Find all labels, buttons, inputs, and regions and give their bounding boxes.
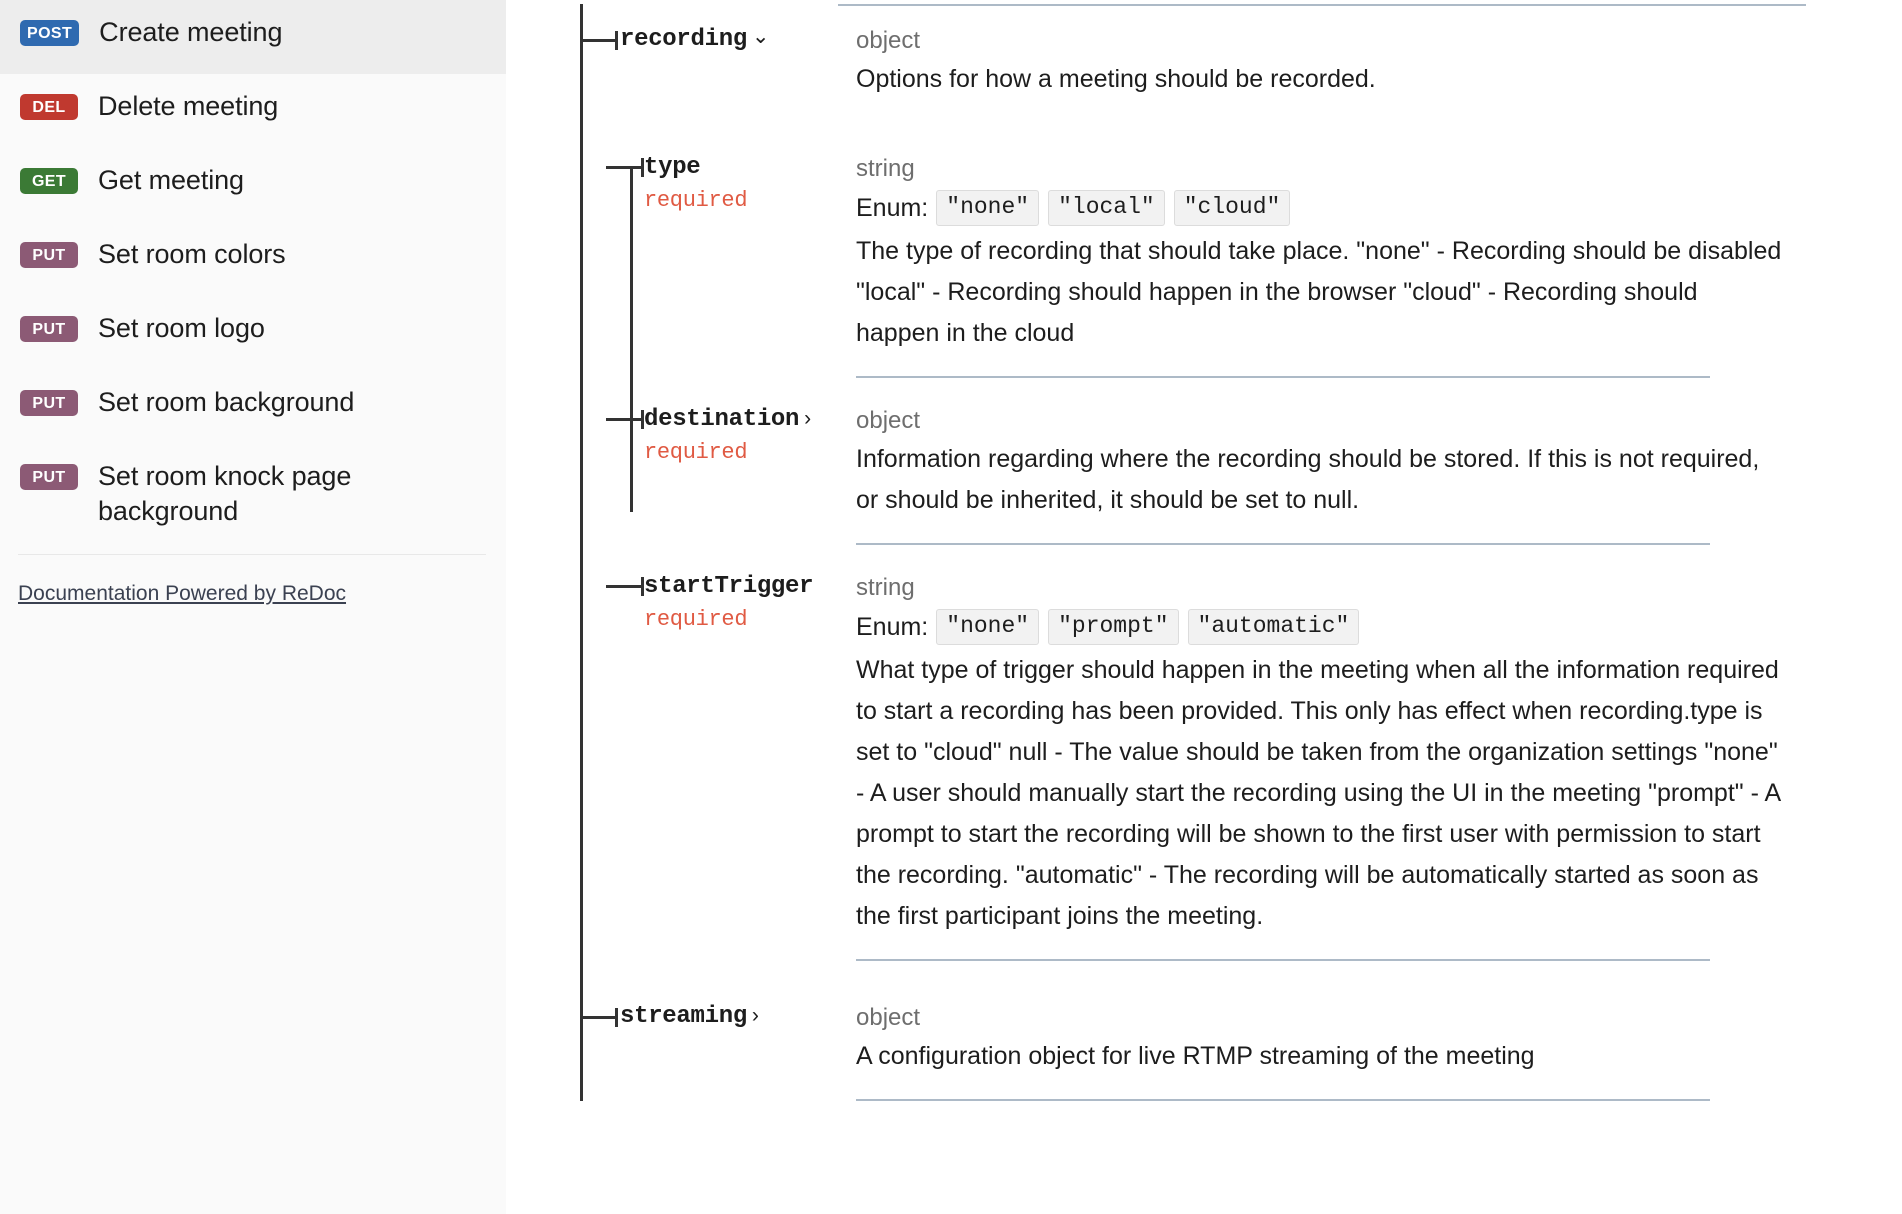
property-name-destination[interactable]: destination — [644, 404, 799, 436]
powered-by-redoc-link[interactable]: Documentation Powered by ReDoc — [18, 581, 346, 607]
chevron-right-icon[interactable]: › — [804, 407, 811, 431]
tree-corner-icon — [606, 577, 644, 596]
tree-tee-icon — [606, 410, 644, 429]
property-name-type[interactable]: type — [644, 152, 701, 184]
property-type: object — [856, 407, 921, 434]
property-name-streaming[interactable]: streaming — [620, 1001, 747, 1033]
property-description: Options for how a meeting should be reco… — [856, 65, 1376, 93]
schema-key-cell: streaming › — [580, 1001, 838, 1033]
method-badge-put: PUT — [20, 464, 78, 490]
sidebar-item-set-room-logo[interactable]: PUT Set room logo — [0, 296, 506, 370]
enum-value-chip: "prompt" — [1048, 609, 1179, 645]
enum-row: Enum: "none" "prompt" "automatic" — [856, 606, 1806, 648]
schema-value-cell: string Enum: "none" "local" "cloud" The … — [838, 152, 1902, 378]
enum-label: Enum: — [856, 194, 929, 222]
schema-key-cell: type required — [580, 152, 838, 216]
property-type: object — [856, 27, 921, 54]
sidebar-item-label: Set room colors — [98, 239, 286, 269]
required-label: required — [644, 188, 748, 213]
sidebar-item-set-room-colors[interactable]: PUT Set room colors — [0, 222, 506, 296]
sidebar-item-label: Set room logo — [98, 313, 265, 343]
sidebar-item-get-meeting[interactable]: GET Get meeting — [0, 148, 506, 222]
sidebar-item-label: Create meeting — [99, 17, 283, 47]
property-description: What type of trigger should happen in th… — [856, 656, 1780, 930]
sidebar-item-create-meeting[interactable]: POST Create meeting — [0, 0, 506, 74]
method-badge-put: PUT — [20, 242, 78, 268]
sidebar-divider — [18, 554, 486, 555]
schema-key-cell: recording ⌄ — [580, 24, 838, 56]
method-badge-put: PUT — [20, 390, 78, 416]
tree-tee-icon — [580, 31, 618, 50]
schema-value-cell: object A configuration object for live R… — [838, 1001, 1902, 1101]
row-separator — [856, 543, 1710, 545]
schema-key-cell: destination › required — [580, 404, 838, 468]
property-description: Information regarding where the recordin… — [856, 445, 1760, 514]
sidebar-item-label: Get meeting — [98, 165, 244, 195]
schema-value-cell: object Options for how a meeting should … — [838, 24, 1902, 100]
schema-row-recording: recording ⌄ object Options for how a meet… — [580, 24, 1902, 100]
row-separator — [856, 959, 1710, 961]
property-type: string — [856, 155, 915, 182]
schema-row-streaming: streaming › object A configuration object… — [580, 1001, 1902, 1101]
property-description: A configuration object for live RTMP str… — [856, 1042, 1535, 1070]
chevron-down-icon[interactable]: ⌄ — [752, 24, 770, 49]
chevron-right-icon[interactable]: › — [752, 1004, 759, 1028]
enum-value-chip: "local" — [1048, 190, 1165, 226]
sidebar-item-delete-meeting[interactable]: DEL Delete meeting — [0, 74, 506, 148]
schema-panel: recording ⌄ object Options for how a meet… — [506, 0, 1902, 1214]
sidebar-item-set-room-background[interactable]: PUT Set room background — [0, 370, 506, 444]
method-badge-delete: DEL — [20, 94, 78, 120]
schema-row-destination: destination › required object Information… — [580, 404, 1902, 545]
sidebar-navigation: POST Create meeting DEL Delete meeting G… — [0, 0, 506, 1214]
enum-row: Enum: "none" "local" "cloud" — [856, 187, 1806, 229]
enum-value-chip: "none" — [936, 609, 1040, 645]
method-badge-put: PUT — [20, 316, 78, 342]
schema-tree: recording ⌄ object Options for how a meet… — [506, 4, 1902, 1101]
schema-key-cell: startTrigger required — [580, 571, 838, 635]
sidebar-item-set-room-knock-page-background[interactable]: PUT Set room knock page background — [0, 444, 506, 544]
method-badge-post: POST — [20, 20, 80, 46]
row-separator — [856, 1099, 1710, 1101]
tree-tee-icon — [606, 158, 644, 177]
tree-tee-icon — [580, 1008, 618, 1027]
row-separator — [838, 4, 1806, 6]
sidebar-item-label: Delete meeting — [98, 91, 279, 121]
schema-row-type: type required string Enum: "none" "local… — [580, 152, 1902, 378]
schema-value-cell: string Enum: "none" "prompt" "automatic"… — [838, 571, 1902, 961]
property-name-start-trigger[interactable]: startTrigger — [644, 571, 814, 603]
property-type: object — [856, 1004, 921, 1031]
schema-value-cell: object Information regarding where the r… — [838, 404, 1902, 545]
enum-value-chip: "cloud" — [1173, 190, 1291, 226]
schema-row-start-trigger: startTrigger required string Enum: "none… — [580, 571, 1902, 961]
property-name-recording[interactable]: recording — [620, 24, 747, 56]
sidebar-item-label: Set room knock page background — [98, 461, 352, 526]
enum-label: Enum: — [856, 613, 929, 641]
enum-value-chip: "automatic" — [1187, 609, 1360, 645]
row-separator — [856, 376, 1710, 378]
property-type: string — [856, 574, 915, 601]
property-description: The type of recording that should take p… — [856, 237, 1782, 347]
method-badge-get: GET — [20, 168, 78, 194]
api-docs-page: POST Create meeting DEL Delete meeting G… — [0, 0, 1902, 1214]
required-label: required — [644, 440, 748, 465]
required-label: required — [644, 607, 748, 632]
enum-value-chip: "none" — [936, 190, 1040, 226]
sidebar-item-label: Set room background — [98, 387, 355, 417]
